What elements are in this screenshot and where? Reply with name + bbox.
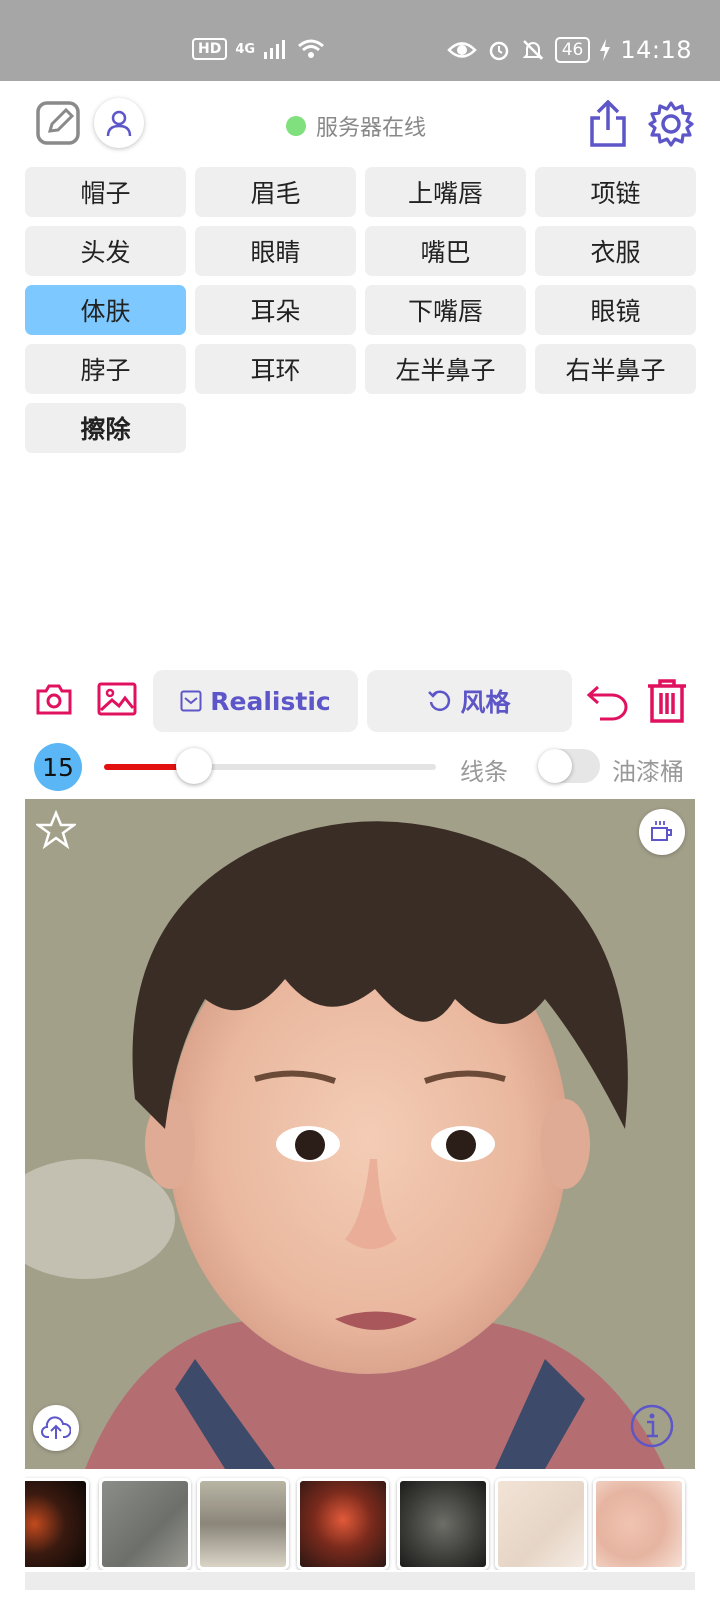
style-button[interactable]: 风格 bbox=[367, 670, 572, 732]
part-eyes[interactable]: 眼睛 bbox=[195, 226, 356, 276]
user-button[interactable] bbox=[94, 98, 144, 148]
part-lower-lip[interactable]: 下嘴唇 bbox=[365, 285, 526, 335]
edit-pencil-icon bbox=[36, 101, 80, 145]
thumbnail-item[interactable] bbox=[397, 1478, 489, 1570]
eye-icon bbox=[446, 42, 477, 58]
toggle-knob bbox=[538, 749, 572, 783]
paint-bucket-toggle[interactable] bbox=[538, 749, 600, 783]
favorite-button[interactable] bbox=[35, 809, 77, 851]
part-erase[interactable]: 擦除 bbox=[25, 403, 186, 453]
trash-icon bbox=[648, 679, 686, 723]
alarm-icon bbox=[489, 41, 508, 61]
upload-button[interactable] bbox=[33, 1405, 79, 1451]
charging-icon bbox=[600, 39, 611, 61]
thumbnail-item[interactable] bbox=[99, 1478, 191, 1570]
share-button[interactable] bbox=[586, 100, 630, 148]
info-button[interactable] bbox=[628, 1402, 676, 1450]
drawing-canvas[interactable] bbox=[25, 799, 695, 1469]
hd-badge: HD bbox=[192, 38, 228, 60]
part-hair[interactable]: 头发 bbox=[25, 226, 186, 276]
camera-button[interactable] bbox=[34, 679, 74, 719]
style-label: 风格 bbox=[460, 688, 511, 717]
part-hat[interactable]: 帽子 bbox=[25, 167, 186, 217]
info-icon bbox=[630, 1404, 674, 1448]
status-bar: HD 4G 46 14:18 bbox=[0, 0, 720, 81]
clock: 14:18 bbox=[620, 36, 692, 64]
cloud-upload-icon bbox=[41, 1416, 71, 1439]
slider-thumb[interactable] bbox=[175, 748, 212, 784]
model-select-label: Realistic bbox=[210, 686, 331, 716]
thumbnail-item[interactable] bbox=[297, 1478, 389, 1570]
signal-icon bbox=[264, 40, 286, 59]
part-selector-grid: 帽子 眉毛 上嘴唇 项链 头发 眼睛 嘴巴 衣服 体肤 耳朵 下嘴唇 眼镜 脖子… bbox=[25, 167, 696, 453]
wifi-icon bbox=[298, 39, 325, 58]
texture-strip[interactable] bbox=[25, 1472, 695, 1570]
thumbnail-item[interactable] bbox=[593, 1478, 685, 1570]
gear-icon bbox=[648, 101, 694, 147]
server-status: 服务器在线 bbox=[286, 110, 426, 142]
part-clothes[interactable]: 衣服 bbox=[535, 226, 696, 276]
camera-icon bbox=[36, 684, 72, 715]
image-icon bbox=[97, 682, 137, 716]
line-mode-label: 线条 bbox=[460, 758, 508, 786]
settings-button[interactable] bbox=[647, 100, 695, 148]
model-select-button[interactable]: Realistic bbox=[153, 670, 358, 732]
star-icon bbox=[36, 810, 76, 850]
share-icon bbox=[590, 100, 626, 147]
part-neck[interactable]: 脖子 bbox=[25, 344, 186, 394]
gallery-button[interactable] bbox=[96, 679, 138, 719]
paint-bucket-label: 油漆桶 bbox=[612, 758, 684, 786]
status-left: HD 4G bbox=[192, 38, 325, 60]
battery-level: 46 bbox=[554, 37, 591, 63]
part-glasses[interactable]: 眼镜 bbox=[535, 285, 696, 335]
part-mouth[interactable]: 嘴巴 bbox=[365, 226, 526, 276]
server-status-label: 服务器在线 bbox=[316, 116, 427, 141]
status-right: 46 14:18 bbox=[446, 36, 692, 64]
status-dot bbox=[286, 116, 306, 136]
edit-button[interactable] bbox=[34, 99, 82, 147]
checkbox-mail-icon bbox=[180, 690, 202, 712]
network-type: 4G bbox=[235, 41, 256, 57]
part-necklace[interactable]: 项链 bbox=[535, 167, 696, 217]
undo-icon bbox=[586, 685, 628, 721]
part-upper-lip[interactable]: 上嘴唇 bbox=[365, 167, 526, 217]
undo-button[interactable] bbox=[585, 678, 631, 724]
part-eyebrows[interactable]: 眉毛 bbox=[195, 167, 356, 217]
delete-button[interactable] bbox=[645, 677, 689, 725]
brush-size-badge: 15 bbox=[34, 743, 82, 791]
rotate-icon bbox=[428, 690, 451, 711]
mute-bell-icon bbox=[522, 40, 544, 60]
thumbnail-item[interactable] bbox=[197, 1478, 289, 1570]
brush-size-slider[interactable] bbox=[104, 748, 436, 784]
thumbnail-item[interactable] bbox=[495, 1478, 587, 1570]
coffee-button[interactable] bbox=[639, 809, 685, 855]
user-icon bbox=[106, 110, 132, 137]
coffee-cup-icon bbox=[651, 821, 672, 841]
part-left-nose[interactable]: 左半鼻子 bbox=[365, 344, 526, 394]
part-earrings[interactable]: 耳环 bbox=[195, 344, 356, 394]
part-skin[interactable]: 体肤 bbox=[25, 285, 186, 335]
portrait-image bbox=[25, 799, 695, 1469]
part-right-nose[interactable]: 右半鼻子 bbox=[535, 344, 696, 394]
part-ears[interactable]: 耳朵 bbox=[195, 285, 356, 335]
thumbnail-item[interactable] bbox=[25, 1478, 89, 1570]
bottom-divider bbox=[25, 1572, 695, 1590]
